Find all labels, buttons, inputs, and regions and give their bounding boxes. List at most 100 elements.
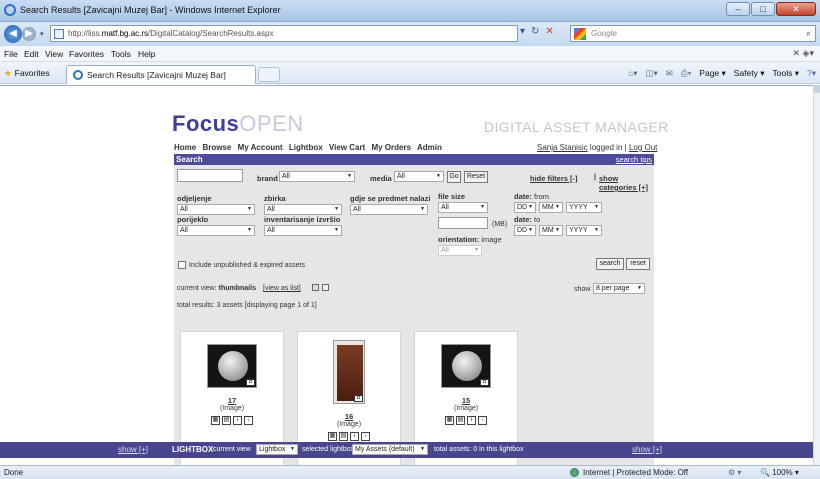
menu-extra-icons[interactable]: ✕ ◈▾ <box>793 48 814 59</box>
search-tips-link[interactable]: search tips <box>616 155 652 164</box>
date-from-month-select[interactable]: MM <box>539 202 563 213</box>
asset-number-link[interactable]: 16 <box>298 412 400 421</box>
refresh-icon[interactable]: ↻ <box>531 26 539 37</box>
maximize-button[interactable]: □ <box>751 2 775 16</box>
favorites-button[interactable]: ★ Favorites <box>4 68 50 79</box>
close-button[interactable]: ✕ <box>776 2 816 16</box>
mail-icon[interactable]: ✉ <box>666 68 673 79</box>
date-to-month-select[interactable]: MM <box>539 225 563 236</box>
nav-admin[interactable]: Admin <box>417 143 442 152</box>
address-dropdown-icon[interactable]: ▾ <box>520 26 525 37</box>
zoom-level[interactable]: 🔍 100% ▾ <box>760 468 799 477</box>
vertical-scrollbar[interactable] <box>813 85 820 465</box>
back-button[interactable]: ◀ <box>4 25 22 43</box>
brand-select[interactable]: All <box>279 171 355 182</box>
date-to-year-select[interactable]: YYYY <box>566 225 602 236</box>
keyword-input[interactable] <box>177 169 243 182</box>
zbirka-select[interactable]: All <box>264 204 342 215</box>
asset-thumbnail[interactable]: ◘ <box>207 344 257 388</box>
filesize-select[interactable]: All <box>438 202 488 213</box>
menu-tools[interactable]: Tools <box>111 49 131 59</box>
search-icon[interactable]: ⌕ <box>806 28 811 39</box>
protected-mode-icon[interactable]: ⚙ ▾ <box>728 468 741 477</box>
new-tab-button[interactable] <box>258 67 280 82</box>
info-icon[interactable]: i <box>350 432 359 441</box>
scroll-thumb[interactable] <box>814 85 820 93</box>
security-zone[interactable]: Internet | Protected Mode: Off <box>583 468 688 477</box>
selected-lightbox-select[interactable]: My Assets (default) <box>352 444 428 455</box>
nav-view-cart[interactable]: View Cart <box>329 143 365 152</box>
minimize-button[interactable]: – <box>726 2 750 16</box>
list-view-icon[interactable] <box>322 284 329 291</box>
search-button[interactable]: search <box>596 258 624 270</box>
add-to-cart-icon[interactable]: ▤ <box>456 416 465 425</box>
menu-view[interactable]: View <box>45 49 63 59</box>
address-url[interactable]: http://liss.matf.bg.ac.rs/DigitalCatalog… <box>68 29 273 38</box>
history-dropdown-icon[interactable]: ▾ <box>40 30 44 38</box>
date-from-year-select[interactable]: YYYY <box>566 202 602 213</box>
print-icon[interactable]: ⎙▾ <box>681 68 691 79</box>
menu-edit[interactable]: Edit <box>24 49 39 59</box>
window-titlebar: Search Results [Zavicajni Muzej Bar] - W… <box>0 0 820 22</box>
info-icon[interactable]: i <box>233 416 242 425</box>
go-button[interactable]: Go <box>447 171 461 183</box>
browser-tab[interactable]: Search Results [Zavicajni Muzej Bar] <box>66 65 256 84</box>
include-unpublished-checkbox[interactable] <box>178 261 186 269</box>
orientation-select[interactable]: All <box>438 245 482 256</box>
menu-help[interactable]: Help <box>138 49 155 59</box>
nav-my-account[interactable]: My Account <box>238 143 283 152</box>
web-search-box[interactable]: Google ⌕ <box>570 25 816 42</box>
add-to-lightbox-icon[interactable]: ▦ <box>445 416 454 425</box>
thumbnail-view-icon[interactable] <box>312 284 319 291</box>
lightbox-view-select[interactable]: Lightbox <box>256 444 298 455</box>
date-to-day-select[interactable]: DD <box>514 225 536 236</box>
add-to-cart-icon[interactable]: ▤ <box>222 416 231 425</box>
asset-thumbnail[interactable]: ◘ <box>333 340 365 404</box>
web-search-placeholder[interactable]: Google <box>591 29 617 38</box>
stop-icon[interactable]: ✕ <box>545 26 553 37</box>
per-page-select[interactable]: 8 per page <box>593 283 645 294</box>
window-controls: – □ ✕ <box>726 2 816 16</box>
gdje-select[interactable]: All <box>350 204 428 215</box>
tab-title[interactable]: Search Results [Zavicajni Muzej Bar] <box>87 70 226 80</box>
nav-lightbox[interactable]: Lightbox <box>289 143 323 152</box>
download-icon[interactable]: ↓ <box>244 416 253 425</box>
media-select[interactable]: All <box>394 171 444 182</box>
inventarisanje-select[interactable]: All <box>264 225 342 236</box>
forward-button[interactable]: ▶ <box>22 27 36 41</box>
show-right-link[interactable]: show [+] <box>632 445 662 454</box>
porijeklo-select[interactable]: All <box>177 225 255 236</box>
nav-my-orders[interactable]: My Orders <box>371 143 411 152</box>
download-icon[interactable]: ↓ <box>478 416 487 425</box>
filesize-input[interactable] <box>438 217 488 229</box>
add-to-cart-icon[interactable]: ▤ <box>339 432 348 441</box>
nav-browse[interactable]: Browse <box>202 143 231 152</box>
asset-number-link[interactable]: 17 <box>181 396 283 405</box>
add-to-lightbox-icon[interactable]: ▦ <box>328 432 337 441</box>
date-from-day-select[interactable]: DD <box>514 202 536 213</box>
show-categories-link[interactable]: show categories [+] <box>599 174 654 192</box>
safety-menu[interactable]: Safety ▾ <box>734 68 765 79</box>
help-icon[interactable]: ?▾ <box>807 68 816 79</box>
odjeljenje-select[interactable]: All <box>177 204 255 215</box>
hide-filters-link[interactable]: hide filters [-] <box>530 174 578 183</box>
view-as-list-link[interactable]: [view as list] <box>263 285 301 292</box>
info-icon[interactable]: i <box>467 416 476 425</box>
add-to-lightbox-icon[interactable]: ▦ <box>211 416 220 425</box>
menu-favorites[interactable]: Favorites <box>69 49 104 59</box>
menu-file[interactable]: File <box>4 49 18 59</box>
home-icon[interactable]: ⌂▾ <box>628 68 637 79</box>
reset-button[interactable]: reset <box>626 258 650 270</box>
nav-home[interactable]: Home <box>174 143 196 152</box>
show-left-link[interactable]: show [+] <box>118 445 148 454</box>
logout-link[interactable]: Log Out <box>629 143 657 152</box>
feeds-icon[interactable]: ◫▾ <box>645 68 657 79</box>
tools-menu[interactable]: Tools ▾ <box>773 68 799 79</box>
user-name-link[interactable]: Sanja Stanisic <box>537 143 588 152</box>
page-menu[interactable]: Page ▾ <box>699 68 725 79</box>
reset-top-button[interactable]: Reset <box>464 171 488 183</box>
asset-number-link[interactable]: 15 <box>415 396 517 405</box>
asset-thumbnail[interactable]: ◘ <box>441 344 491 388</box>
address-bar[interactable]: http://liss.matf.bg.ac.rs/DigitalCatalog… <box>50 25 518 42</box>
download-icon[interactable]: ↓ <box>361 432 370 441</box>
